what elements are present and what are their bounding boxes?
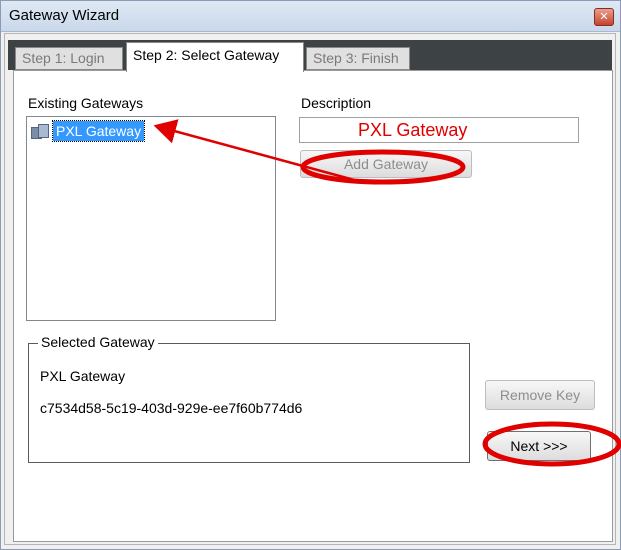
tab-step2-select-gateway[interactable]: Step 2: Select Gateway	[126, 42, 304, 72]
annotation-circle-add-gateway	[300, 149, 466, 185]
annotation-overlay	[153, 119, 621, 467]
annotation-arrow	[153, 119, 359, 183]
annotation-circle-next	[482, 421, 621, 467]
